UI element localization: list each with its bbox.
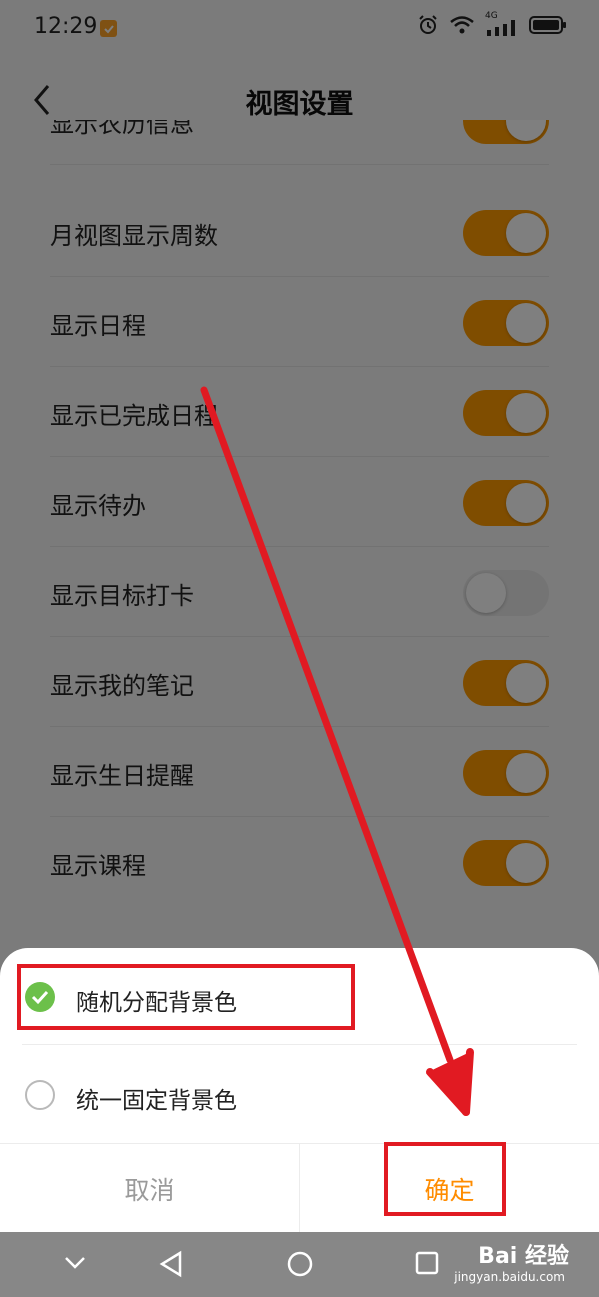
- navigation-bar: Bai 经验 jingyan.baidu.com: [0, 1232, 599, 1297]
- divider: [22, 1044, 577, 1045]
- option-fixed-color[interactable]: 统一固定背景色: [0, 1046, 599, 1142]
- chevron-down-icon[interactable]: [62, 1250, 88, 1276]
- annotation-box-confirm: [384, 1142, 506, 1216]
- sheet-buttons: 取消 确定: [0, 1143, 599, 1233]
- baidu-watermark-url: jingyan.baidu.com: [454, 1270, 565, 1284]
- option-label: 统一固定背景色: [76, 1088, 237, 1114]
- back-triangle-icon[interactable]: [158, 1250, 184, 1278]
- cancel-button[interactable]: 取消: [0, 1144, 299, 1233]
- annotation-box-option: [17, 964, 355, 1030]
- recents-square-icon[interactable]: [414, 1250, 440, 1276]
- home-circle-icon[interactable]: [286, 1250, 314, 1278]
- radio-unchecked-icon: [25, 1080, 55, 1110]
- baidu-watermark: Bai 经验: [478, 1244, 569, 1269]
